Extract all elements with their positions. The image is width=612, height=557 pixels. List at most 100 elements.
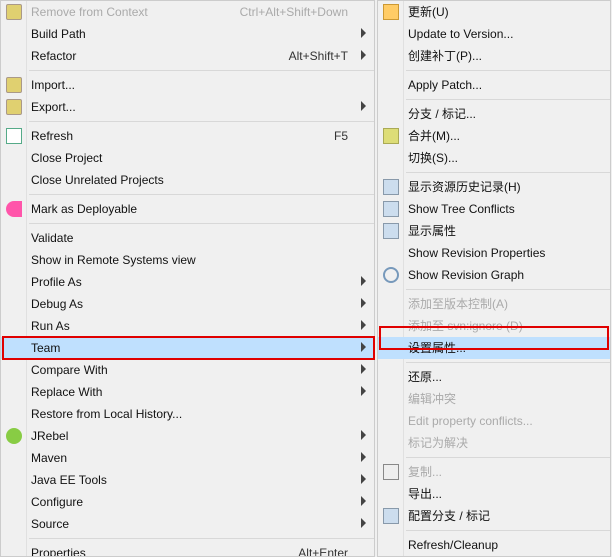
label: Run As (31, 319, 70, 333)
shortcut: Ctrl+Alt+Shift+Down (240, 1, 348, 23)
team-submenu: 更新(U) Update to Version... 创建补丁(P)... Ap… (377, 0, 611, 557)
submenu-arrow-icon (361, 452, 366, 462)
export[interactable]: Export... (1, 96, 374, 118)
set-properties[interactable]: 设置属性... (378, 337, 610, 359)
create-patch[interactable]: 创建补丁(P)... (378, 45, 610, 67)
merge[interactable]: 合并(M)... (378, 125, 610, 147)
java-ee-tools[interactable]: Java EE Tools (1, 469, 374, 491)
submenu-arrow-icon (361, 276, 366, 286)
replace-with[interactable]: Replace With (1, 381, 374, 403)
add-to-vc: 添加至版本控制(A) (378, 293, 610, 315)
mark-deployable[interactable]: Mark as Deployable (1, 198, 374, 220)
conflict-icon (383, 201, 399, 217)
left-context-menu: Remove from Context Ctrl+Alt+Shift+Down B… (0, 0, 375, 557)
label: Configure (31, 495, 83, 509)
label: 编辑冲突 (408, 392, 456, 406)
label: Properties (31, 546, 86, 557)
show-history[interactable]: 显示资源历史记录(H) (378, 176, 610, 198)
label: Profile As (31, 275, 82, 289)
label: Close Project (31, 151, 102, 165)
jrebel-icon (6, 428, 22, 444)
label: 添加至版本控制(A) (408, 297, 508, 311)
separator (29, 194, 374, 195)
submenu-arrow-icon (361, 298, 366, 308)
validate[interactable]: Validate (1, 227, 374, 249)
shortcut: Alt+Shift+T (289, 45, 348, 67)
separator (29, 70, 374, 71)
label: Import... (31, 78, 75, 92)
run-as[interactable]: Run As (1, 315, 374, 337)
apply-patch[interactable]: Apply Patch... (378, 74, 610, 96)
submenu-arrow-icon (361, 342, 366, 352)
separator (29, 223, 374, 224)
config-branch-tag[interactable]: 配置分支 / 标记 (378, 505, 610, 527)
label: Compare With (31, 363, 108, 377)
maven[interactable]: Maven (1, 447, 374, 469)
update[interactable]: 更新(U) (378, 1, 610, 23)
label: Refresh/Cleanup (408, 538, 498, 552)
edit-property-conflicts: Edit property conflicts... (378, 410, 610, 432)
label: Mark as Deployable (31, 202, 137, 216)
revert[interactable]: 还原... (378, 366, 610, 388)
label: Show in Remote Systems view (31, 253, 196, 267)
show-remote[interactable]: Show in Remote Systems view (1, 249, 374, 271)
label: 导出... (408, 487, 442, 501)
submenu-arrow-icon (361, 28, 366, 38)
profile-as[interactable]: Profile As (1, 271, 374, 293)
build-path[interactable]: Build Path (1, 23, 374, 45)
label: 创建补丁(P)... (408, 49, 482, 63)
show-revision-properties[interactable]: Show Revision Properties (378, 242, 610, 264)
label: Build Path (31, 27, 86, 41)
refresh-cleanup[interactable]: Refresh/Cleanup (378, 534, 610, 556)
submenu-arrow-icon (361, 496, 366, 506)
submenu-arrow-icon (361, 518, 366, 528)
refresh[interactable]: RefreshF5 (1, 125, 374, 147)
compare-with[interactable]: Compare With (1, 359, 374, 381)
close-project[interactable]: Close Project (1, 147, 374, 169)
close-unrelated-projects[interactable]: Close Unrelated Projects (1, 169, 374, 191)
submenu-arrow-icon (361, 50, 366, 60)
separator (406, 99, 610, 100)
export-svn[interactable]: 导出... (378, 483, 610, 505)
import[interactable]: Import... (1, 74, 374, 96)
label: Update to Version... (408, 27, 513, 41)
refactor[interactable]: RefactorAlt+Shift+T (1, 45, 374, 67)
label: Debug As (31, 297, 83, 311)
jrebel[interactable]: JRebel (1, 425, 374, 447)
label: 显示资源历史记录(H) (408, 180, 521, 194)
label: Validate (31, 231, 73, 245)
graph-icon (383, 267, 399, 283)
properties[interactable]: Properties Alt+Enter (1, 542, 374, 557)
label: 切换(S)... (408, 151, 458, 165)
shortcut: Alt+Enter (298, 542, 348, 557)
label: 更新(U) (408, 5, 449, 19)
label: 设置属性... (408, 341, 466, 355)
label: Show Revision Properties (408, 246, 545, 260)
submenu-arrow-icon (361, 364, 366, 374)
submenu-arrow-icon (361, 320, 366, 330)
label: Remove from Context (31, 5, 148, 19)
restore-history[interactable]: Restore from Local History... (1, 403, 374, 425)
branch-tag[interactable]: 分支 / 标记... (378, 103, 610, 125)
label: Refresh (31, 129, 73, 143)
label: Source (31, 517, 69, 531)
update-icon (383, 4, 399, 20)
props-icon (383, 223, 399, 239)
source[interactable]: Source (1, 513, 374, 535)
submenu-arrow-icon (361, 474, 366, 484)
debug-as[interactable]: Debug As (1, 293, 374, 315)
label: 显示属性 (408, 224, 456, 238)
show-properties[interactable]: 显示属性 (378, 220, 610, 242)
label: 配置分支 / 标记 (408, 509, 490, 523)
mark-resolved: 标记为解决 (378, 432, 610, 454)
update-to-version[interactable]: Update to Version... (378, 23, 610, 45)
configure[interactable]: Configure (1, 491, 374, 513)
team-menu[interactable]: Team (1, 337, 374, 359)
label: 标记为解决 (408, 436, 468, 450)
show-tree-conflicts[interactable]: Show Tree Conflicts (378, 198, 610, 220)
separator (406, 530, 610, 531)
show-revision-graph[interactable]: Show Revision Graph (378, 264, 610, 286)
label: Java EE Tools (31, 473, 107, 487)
switch[interactable]: 切换(S)... (378, 147, 610, 169)
config-icon (383, 508, 399, 524)
